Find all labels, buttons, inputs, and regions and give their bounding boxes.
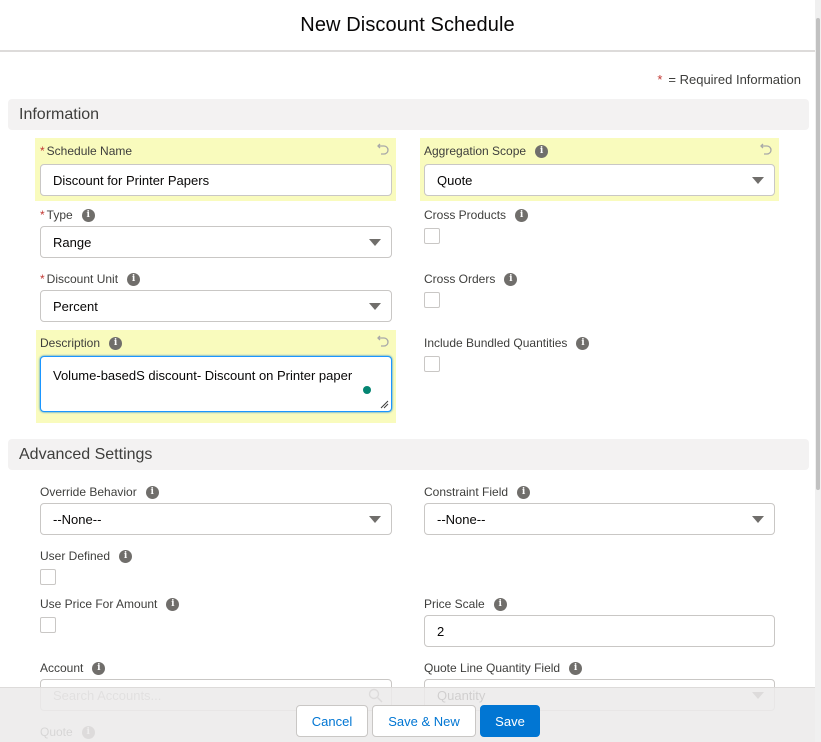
include-bundled-quantities-field: Include Bundled Quantities i [424,334,784,372]
section-information-header[interactable]: Information [8,99,809,130]
user-defined-label: User Defined i [40,547,400,565]
chevron-down-icon [369,239,381,246]
info-icon[interactable]: i [504,272,518,286]
account-label: Account i [40,659,400,677]
cross-products-checkbox[interactable] [424,228,440,244]
save-and-new-button[interactable]: Save & New [372,705,476,737]
modal-title: New Discount Schedule [300,13,515,36]
type-field: * Type i Range [40,206,400,258]
price-scale-field: Price Scale i 2 [424,595,784,647]
schedule-name-field: * Schedule Name Discount for Printer Pape… [35,138,396,201]
price-scale-label: Price Scale i [424,595,784,613]
constraint-field-select[interactable]: --None-- [424,503,775,535]
include-bundled-quantities-checkbox[interactable] [424,356,440,372]
chevron-down-icon [752,516,764,523]
chevron-down-icon [369,303,381,310]
info-icon[interactable]: i [119,549,133,563]
aggregation-scope-label: Aggregation Scope i [424,142,779,160]
modal-footer: Cancel Save & New Save [0,687,815,742]
cross-orders-field: Cross Orders i [424,270,784,308]
chevron-down-icon [369,516,381,523]
type-select[interactable]: Range [40,226,392,258]
description-field: Description i Volume-basedS discount- Dis… [36,330,396,423]
info-icon[interactable]: i [569,661,583,675]
undo-icon[interactable] [376,141,390,155]
override-behavior-label: Override Behavior i [40,483,400,501]
use-price-for-amount-label: Use Price For Amount i [40,595,400,613]
cross-orders-label: Cross Orders i [424,270,784,288]
modal-header: New Discount Schedule [0,0,815,52]
aggregation-scope-field: Aggregation Scope i Quote [420,138,779,201]
user-defined-checkbox[interactable] [40,569,56,585]
price-scale-input[interactable]: 2 [424,615,775,647]
section-title: Advanced Settings [19,445,153,463]
quote-line-quantity-field-label: Quote Line Quantity Field i [424,659,784,677]
new-discount-schedule-modal: New Discount Schedule * = Required Inform… [0,0,815,742]
info-icon[interactable]: i [515,208,529,222]
required-information-note: * = Required Information [657,72,801,87]
required-marker: * [657,72,663,87]
constraint-field-field: Constraint Field i --None-- [424,483,784,535]
vertical-scrollbar[interactable] [815,0,821,742]
include-bundled-quantities-label: Include Bundled Quantities i [424,334,784,352]
chevron-down-icon [752,177,764,184]
required-note-text: = Required Information [668,72,801,87]
info-icon[interactable]: i [81,208,95,222]
info-icon[interactable]: i [145,485,159,499]
override-behavior-select[interactable]: --None-- [40,503,392,535]
undo-icon[interactable] [376,333,390,347]
info-icon[interactable]: i [166,597,180,611]
section-title: Information [19,105,100,123]
schedule-name-input[interactable]: Discount for Printer Papers [40,164,392,196]
info-icon[interactable]: i [493,597,507,611]
override-behavior-field: Override Behavior i --None-- [40,483,400,535]
info-icon[interactable]: i [127,272,141,286]
aggregation-scope-select[interactable]: Quote [424,164,775,196]
type-label: * Type i [40,206,400,224]
description-label: Description i [40,334,396,352]
use-price-for-amount-field: Use Price For Amount i [40,595,400,633]
user-defined-field: User Defined i [40,547,400,585]
undo-icon[interactable] [759,141,773,155]
cross-orders-checkbox[interactable] [424,292,440,308]
required-asterisk: * [40,144,45,158]
scrollbar-thumb[interactable] [816,18,820,490]
status-dot-icon [363,386,371,394]
resize-handle-icon[interactable] [379,399,389,409]
info-icon[interactable]: i [517,485,531,499]
discount-unit-field: * Discount Unit i Percent [40,270,400,322]
cross-products-field: Cross Products i [424,206,784,244]
schedule-name-label: * Schedule Name [40,144,133,158]
info-icon[interactable]: i [92,661,106,675]
info-icon[interactable]: i [576,336,590,350]
description-textarea[interactable]: Volume-basedS discount- Discount on Prin… [40,356,392,412]
save-button[interactable]: Save [480,705,540,737]
discount-unit-label: * Discount Unit i [40,270,400,288]
cancel-button[interactable]: Cancel [296,705,368,737]
section-advanced-settings-header[interactable]: Advanced Settings [8,439,809,470]
discount-unit-select[interactable]: Percent [40,290,392,322]
info-icon[interactable]: i [535,144,549,158]
info-icon[interactable]: i [109,336,123,350]
constraint-field-label: Constraint Field i [424,483,784,501]
cross-products-label: Cross Products i [424,206,784,224]
use-price-for-amount-checkbox[interactable] [40,617,56,633]
